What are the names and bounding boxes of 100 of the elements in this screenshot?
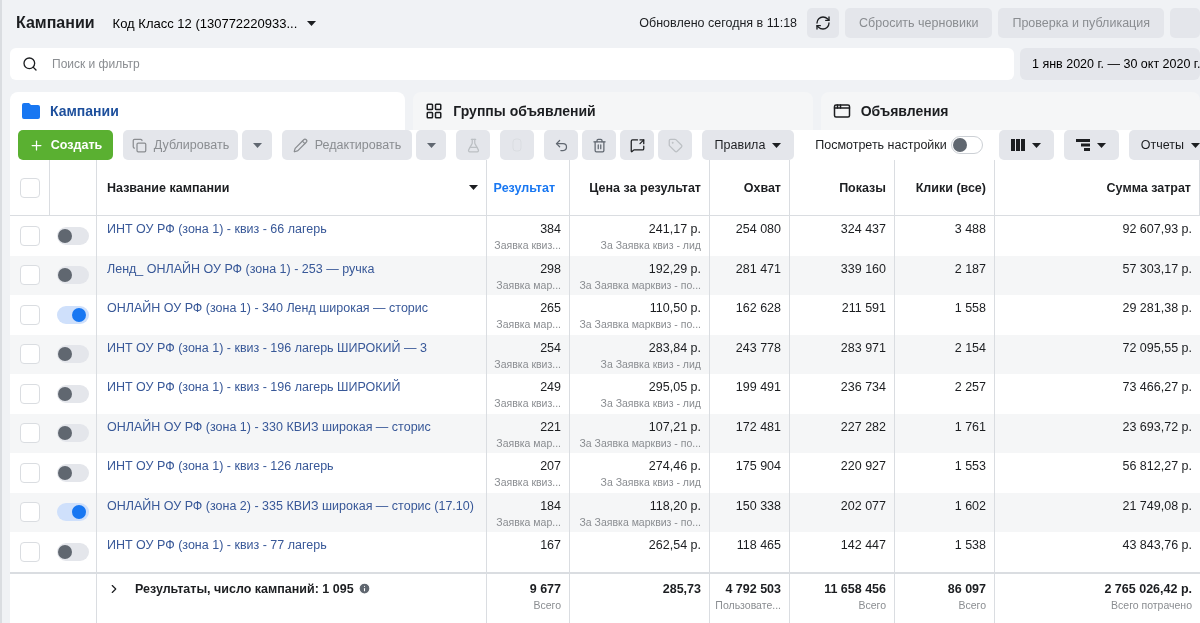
page-title: Кампании [16,14,95,32]
table-cell: 384 [540,222,561,236]
table-cell: 92 607,93 р. [1122,222,1192,236]
total-value: 86 097 [947,581,986,596]
folder-icon [22,103,40,119]
caret-icon [426,142,436,148]
caret-icon [1032,142,1042,148]
table-cell: 73 466,27 р. [1122,380,1192,394]
updated-time: Обновлено сегодня в 11:18 [639,16,798,30]
cell-caption: За Заявка марквиз - по... [579,436,701,449]
campaign-switch[interactable] [57,345,89,364]
table-cell: 207 [540,459,561,473]
info-icon [357,582,371,595]
campaign-switch[interactable] [57,463,89,482]
reports-button[interactable]: Отчеты [1128,130,1200,160]
table-cell: 1 558 [954,301,986,315]
tab[interactable]: Группы объявлений [413,92,813,130]
total-value: 11 658 456 [824,581,886,596]
edit-menu-button[interactable] [416,130,446,160]
table-cell: 72 095,55 р. [1122,340,1192,355]
undo-button[interactable] [544,130,578,160]
table-cell: 254 080 [735,222,781,236]
cell-caption: Заявка мар... [496,318,561,330]
view-settings-switch[interactable] [950,136,983,154]
account-dropdown[interactable]: Код Класс 12 (130772220933... [112,15,317,31]
table-cell: 281 471 [735,261,781,276]
columns-button[interactable] [998,130,1054,160]
table-cell: 221 [540,419,561,434]
row-checkbox[interactable] [20,541,40,562]
cell-caption: За Заявка квиз - лид [600,239,701,251]
delete-button[interactable] [582,130,616,160]
campaign-link[interactable]: ИНТ ОУ РФ (зона 1) - квиз - 196 лагерь ШИРОКИЙ [107,380,401,394]
cell-caption: Заявка квиз... [494,397,561,409]
table-cell: 57 303,17 р. [1122,261,1192,276]
table-cell: 2 187 [954,261,986,276]
caret-icon [307,20,317,26]
campaign-link[interactable]: ИНТ ОУ РФ (зона 1) - квиз - 66 лагерь [107,222,327,236]
table-cell: 192,29 р. [648,261,701,276]
date-range-button[interactable]: 1 янв 2020 г. — 30 окт 2020 г. [1020,48,1200,80]
cell-caption: За Заявка марквиз - по... [579,318,701,330]
refresh-button[interactable] [807,8,840,38]
table-cell: 298 [540,261,561,276]
table-cell: 175 904 [735,459,781,473]
row-checkbox[interactable] [20,462,40,483]
tab[interactable]: Объявления [820,92,1200,130]
copy-icon [131,137,147,153]
table-cell: 162 628 [735,301,781,315]
plus-icon [28,137,44,153]
campaign-switch[interactable] [57,384,89,403]
table-cell: 236 734 [840,380,886,394]
select-all-checkbox[interactable] [19,177,40,198]
table-cell: 265 [540,301,561,315]
row-checkbox[interactable] [20,225,40,246]
results-summary: Результаты, число кампаний: 1 095 [135,581,371,596]
table-cell: 21 749,08 р. [1122,498,1192,513]
campaign-link[interactable]: ИНТ ОУ РФ (зона 1) - квиз - 126 лагерь [107,459,334,473]
row-checkbox[interactable] [20,344,40,365]
row-checkbox[interactable] [20,383,40,404]
rules-button[interactable]: Правила [702,130,794,160]
table-cell: 262,54 р. [648,538,701,552]
table-cell: 110,50 р. [649,301,701,315]
table-cell: 118,20 р. [649,498,701,513]
campaign-switch[interactable] [57,424,89,443]
export-button[interactable] [620,130,654,160]
row-checkbox[interactable] [20,265,40,286]
campaign-switch[interactable] [57,503,89,522]
table-cell: 29 281,38 р. [1122,301,1192,315]
row-checkbox[interactable] [20,304,40,325]
campaign-link[interactable]: ОНЛАЙН ОУ РФ (зона 1) - 340 Ленд широкая — сторис [107,301,428,315]
table-cell: 1 602 [954,498,986,513]
total-value: 285,73 [662,581,701,596]
trash-icon [591,137,607,153]
breakdown-button[interactable] [1063,130,1119,160]
search-input[interactable]: Поиск и фильтр [50,56,1002,72]
search-field[interactable]: Поиск и фильтр [10,48,1014,80]
caret-icon [1191,142,1200,148]
campaign-switch[interactable] [57,305,89,324]
cell-caption: Заявка мар... [496,278,561,291]
pencil-icon [292,137,308,153]
table-cell: 43 843,76 р. [1122,538,1192,552]
tab[interactable]: Кампании [10,92,406,130]
table-cell: 2 154 [954,340,986,355]
total-caption: Всего [533,598,561,611]
campaign-link[interactable]: ИНТ ОУ РФ (зона 1) - квиз - 77 лагерь [107,538,327,552]
campaign-switch[interactable] [57,226,89,245]
caret-icon [252,142,262,148]
total-caption: Всего [858,598,886,611]
grid-icon [425,102,444,120]
row-checkbox[interactable] [20,423,40,444]
campaign-switch[interactable] [57,266,89,285]
table-cell: 107,21 р. [648,419,701,434]
table-cell: 172 481 [735,419,781,434]
campaign-switch[interactable] [57,542,89,561]
search-icon [22,56,38,72]
row-checkbox[interactable] [20,502,40,523]
table-cell: 243 778 [735,340,781,355]
duplicate-menu-button[interactable] [242,130,272,160]
total-caption: Пользовате... [715,598,781,611]
table-cell: 339 160 [840,261,886,276]
table-cell: 227 282 [840,419,886,434]
